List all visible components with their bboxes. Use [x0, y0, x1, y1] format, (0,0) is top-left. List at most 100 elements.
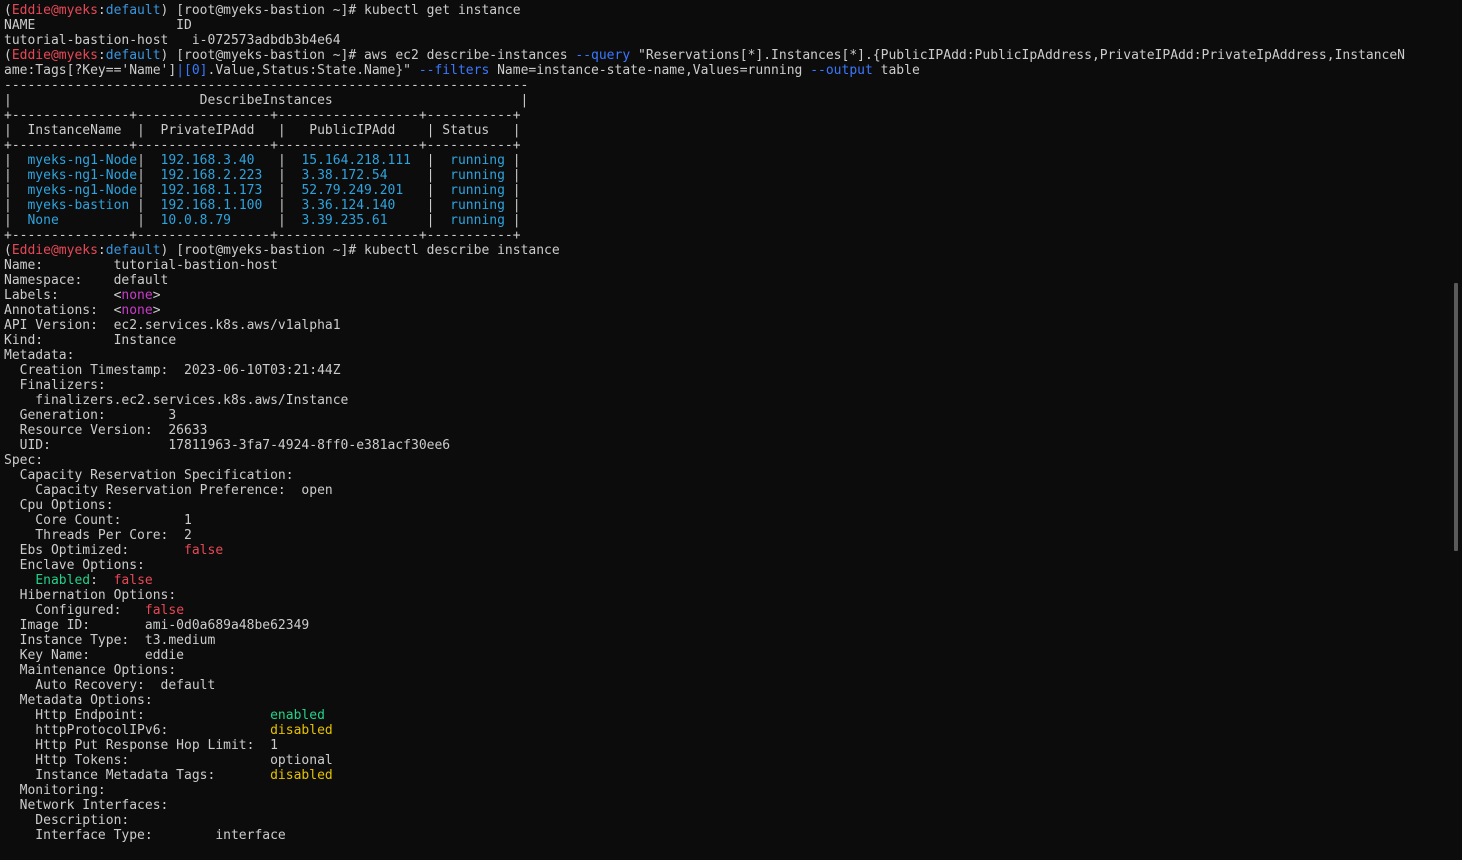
terminal-text-segment: Name=instance-state-name,Values=running — [489, 63, 811, 78]
terminal-text-segment: running — [450, 183, 505, 198]
terminal-text-segment: Interface Type: interface — [4, 828, 286, 843]
terminal-line: Http Put Response Hop Limit: 1 — [4, 738, 1405, 753]
terminal-line: Kind: Instance — [4, 333, 1405, 348]
terminal-text-segment: > — [152, 303, 161, 318]
terminal-line: Description: — [4, 813, 1405, 828]
scrollbar-thumb[interactable] — [1454, 283, 1458, 551]
terminal-text-segment: API Version: ec2.services.k8s.aws/v1alph… — [4, 318, 341, 333]
terminal-line: Name: tutorial-bastion-host — [4, 258, 1405, 273]
terminal-text-segment: ( — [4, 3, 12, 18]
terminal-text-segment: false — [184, 543, 224, 558]
terminal-text-segment: httpProtocolIPv6: — [4, 723, 271, 738]
terminal-line: Namespace: default — [4, 273, 1405, 288]
terminal-line: Threads Per Core: 2 — [4, 528, 1405, 543]
terminal-text-segment: Capacity Reservation Specification: — [4, 468, 294, 483]
terminal-text-segment: Enclave Options: — [4, 558, 145, 573]
terminal-text-segment: Description: — [4, 813, 130, 828]
terminal-text-segment: Eddie@myeks — [11, 243, 98, 258]
terminal-text-segment: none — [121, 303, 153, 318]
terminal-line: | myeks-ng1-Node| 192.168.1.173 | 52.79.… — [4, 183, 1405, 198]
terminal-text-segment: Network Interfaces: — [4, 798, 169, 813]
terminal-text-segment: 3.38.172.54 — [301, 168, 388, 183]
terminal-text-segment: ) [root@myeks-bastion ~]# aws ec2 descri… — [160, 48, 576, 63]
terminal-text-segment: Eddie@myeks — [11, 48, 98, 63]
terminal-text-segment: ----------------------------------------… — [4, 78, 529, 93]
terminal-text-segment: none — [121, 288, 153, 303]
terminal-text-segment: 3.36.124.140 — [301, 198, 396, 213]
terminal-text-segment: ame:Tags[?Key=='Name'] — [4, 63, 177, 78]
terminal-text-segment: | — [504, 168, 521, 183]
terminal-line: Hibernation Options: — [4, 588, 1405, 603]
terminal-text-segment: false — [144, 603, 185, 618]
terminal-text-segment: | — [262, 183, 302, 198]
terminal-line: Instance Metadata Tags: disabled — [4, 768, 1405, 783]
terminal-text-segment: | DescribeInstances | — [4, 93, 529, 108]
terminal-line: | DescribeInstances | — [4, 93, 1405, 108]
terminal-line: ame:Tags[?Key=='Name']|[0].Value,Status:… — [4, 63, 1405, 78]
terminal-text-segment: Enabled — [35, 573, 91, 588]
terminal-text-segment: None — [27, 213, 59, 228]
terminal-text-segment: | — [387, 213, 451, 228]
terminal-text-segment: NAME ID — [4, 18, 192, 33]
terminal-text-segment: Image ID: ami-0d0a689a48be62349 — [4, 618, 310, 633]
terminal-text-segment: | — [262, 168, 302, 183]
terminal-text-segment: | — [254, 153, 302, 168]
terminal-line: Configured: false — [4, 603, 1405, 618]
terminal-line: Labels: <none> — [4, 288, 1405, 303]
terminal-line: Cpu Options: — [4, 498, 1405, 513]
terminal-line: (Eddie@myeks:default) [root@myeks-bastio… — [4, 3, 1405, 18]
terminal-line: Monitoring: — [4, 783, 1405, 798]
terminal-text-segment: +---------------+-----------------+-----… — [4, 228, 521, 243]
terminal-text-segment: Hibernation Options: — [4, 588, 177, 603]
terminal-line: Network Interfaces: — [4, 798, 1405, 813]
terminal-line: (Eddie@myeks:default) [root@myeks-bastio… — [4, 243, 1405, 258]
terminal-text-segment: | — [137, 168, 161, 183]
terminal-text-segment: 3.39.235.61 — [301, 213, 388, 228]
terminal-line: Enabled: false — [4, 573, 1405, 588]
terminal-text-segment: Http Tokens: optional — [4, 753, 333, 768]
terminal-line: finalizers.ec2.services.k8s.aws/Instance — [4, 393, 1405, 408]
terminal-text-segment: +---------------+-----------------+-----… — [4, 138, 521, 153]
terminal-text-segment: default — [105, 243, 161, 258]
terminal-text-segment: Maintenance Options: — [4, 663, 177, 678]
terminal-text-segment: : — [97, 243, 106, 258]
terminal-line: | InstanceName | PrivateIPAdd | PublicIP… — [4, 123, 1405, 138]
terminal-window[interactable]: (Eddie@myeks:default) [root@myeks-bastio… — [0, 0, 1462, 860]
terminal-line: Auto Recovery: default — [4, 678, 1405, 693]
terminal-text-segment: Creation Timestamp: 2023-06-10T03:21:44Z — [4, 363, 341, 378]
terminal-text-segment: --query — [575, 48, 631, 63]
terminal-text-segment: > — [152, 288, 161, 303]
terminal-line: +---------------+-----------------+-----… — [4, 108, 1405, 123]
terminal-text-segment: Eddie@myeks — [11, 3, 98, 18]
terminal-text-segment: Metadata Options: — [4, 693, 153, 708]
terminal-line: Creation Timestamp: 2023-06-10T03:21:44Z — [4, 363, 1405, 378]
terminal-text-segment: Generation: 3 — [4, 408, 177, 423]
terminal-line: Http Tokens: optional — [4, 753, 1405, 768]
terminal-line: Spec: — [4, 453, 1405, 468]
terminal-text-segment: | — [137, 153, 161, 168]
terminal-text-segment: --output — [810, 63, 873, 78]
terminal-text-segment: Monitoring: — [4, 783, 106, 798]
terminal-text-segment: disabled — [270, 723, 333, 738]
terminal-text-segment: 192.168.2.223 — [160, 168, 263, 183]
terminal-line: (Eddie@myeks:default) [root@myeks-bastio… — [4, 48, 1405, 63]
terminal-line: Capacity Reservation Specification: — [4, 468, 1405, 483]
terminal-text-segment: | — [504, 183, 521, 198]
terminal-text-segment: ) [root@myeks-bastion ~]# kubectl descri… — [160, 243, 560, 258]
terminal-text-segment: Threads Per Core: 2 — [4, 528, 192, 543]
terminal-text-segment: ( — [4, 48, 12, 63]
terminal-text-segment: ( — [4, 243, 12, 258]
terminal-line: Http Endpoint: enabled — [4, 708, 1405, 723]
terminal-text-segment: | — [411, 153, 451, 168]
terminal-text-segment: running — [450, 168, 505, 183]
terminal-line: Resource Version: 26633 — [4, 423, 1405, 438]
terminal-text-segment: Cpu Options: — [4, 498, 114, 513]
terminal-line: Maintenance Options: — [4, 663, 1405, 678]
terminal-text-segment: Spec: — [4, 453, 44, 468]
terminal-text-segment: disabled — [270, 768, 333, 783]
terminal-line: | myeks-bastion | 192.168.1.100 | 3.36.1… — [4, 198, 1405, 213]
terminal-text-segment: | — [4, 168, 28, 183]
terminal-line: Annotations: <none> — [4, 303, 1405, 318]
terminal-text-segment: --filters — [418, 63, 490, 78]
